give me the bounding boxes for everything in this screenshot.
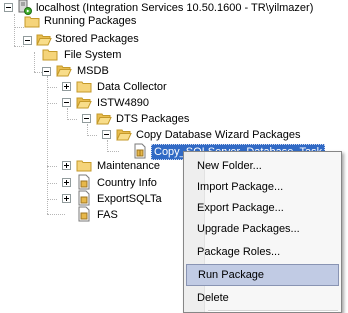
menu-item-upgrade-packages[interactable]: Upgrade Packages... (186, 218, 339, 240)
menu-item-package-roles[interactable]: Package Roles... (186, 241, 339, 263)
tree-item-export-sql[interactable]: ExportSQLTa (97, 192, 162, 206)
tree-line (47, 76, 48, 214)
folder-open-icon (56, 65, 72, 77)
tree-line (47, 166, 57, 167)
package-icon (78, 174, 90, 190)
menu-separator (208, 310, 338, 312)
menu-item-import-package[interactable]: Import Package... (186, 176, 339, 198)
expand-toggle[interactable] (62, 178, 71, 187)
tree-item-running-packages[interactable]: Running Packages (44, 14, 136, 28)
folder-open-icon (76, 97, 92, 109)
tree-item-stored-packages[interactable]: Stored Packages (55, 32, 139, 46)
collapse-toggle[interactable] (82, 114, 91, 123)
tree-line (67, 119, 77, 120)
tree-item-data-collector[interactable]: Data Collector (97, 80, 167, 94)
folder-open-icon (96, 113, 112, 125)
tree-item-copy-wizard-packages[interactable]: Copy Database Wizard Packages (136, 128, 300, 142)
folder-open-icon (36, 34, 52, 46)
tree-item-fas[interactable]: FAS (97, 208, 118, 222)
tree-line (47, 103, 57, 104)
folder-open-icon (116, 129, 132, 141)
tree-line (34, 72, 42, 73)
tree-line (47, 87, 57, 88)
tree-line (107, 151, 119, 152)
tree-item-file-system[interactable]: File System (64, 48, 121, 62)
collapse-toggle[interactable] (4, 3, 13, 12)
context-menu: New Folder... Import Package... Export P… (183, 151, 342, 313)
tree-item-country-info[interactable]: Country Info (97, 176, 157, 190)
expand-toggle[interactable] (62, 194, 71, 203)
tree-item-istw4890[interactable]: ISTW4890 (97, 96, 149, 110)
tree-line (87, 135, 97, 136)
tree-item-maintenance[interactable]: Maintenance (97, 159, 160, 173)
package-icon (78, 206, 90, 222)
folder-icon (76, 81, 92, 93)
collapse-toggle[interactable] (23, 36, 32, 45)
folder-icon (42, 49, 58, 61)
tree-line (47, 199, 57, 200)
menu-item-new-folder[interactable]: New Folder... (186, 155, 339, 177)
package-icon (134, 143, 146, 159)
tree-line (14, 14, 15, 46)
tree-line (47, 214, 65, 215)
tree-line (34, 52, 35, 72)
collapse-toggle[interactable] (102, 130, 111, 139)
folder-icon (24, 16, 40, 28)
menu-item-export-package[interactable]: Export Package... (186, 197, 339, 219)
collapse-toggle[interactable] (62, 98, 71, 107)
folder-icon (76, 160, 92, 172)
package-icon (78, 190, 90, 206)
tree-item-dts-packages[interactable]: DTS Packages (116, 112, 189, 126)
tree-line (14, 27, 24, 28)
collapse-toggle[interactable] (42, 67, 51, 76)
tree-line (14, 46, 24, 47)
menu-item-run-package[interactable]: Run Package (186, 264, 339, 286)
expand-toggle[interactable] (62, 82, 71, 91)
tree-item-msdb[interactable]: MSDB (77, 64, 109, 78)
tree-line (47, 183, 57, 184)
menu-item-delete[interactable]: Delete (186, 287, 339, 309)
tree-item-root[interactable]: localhost (Integration Services 10.50.16… (36, 1, 313, 15)
expand-toggle[interactable] (62, 161, 71, 170)
